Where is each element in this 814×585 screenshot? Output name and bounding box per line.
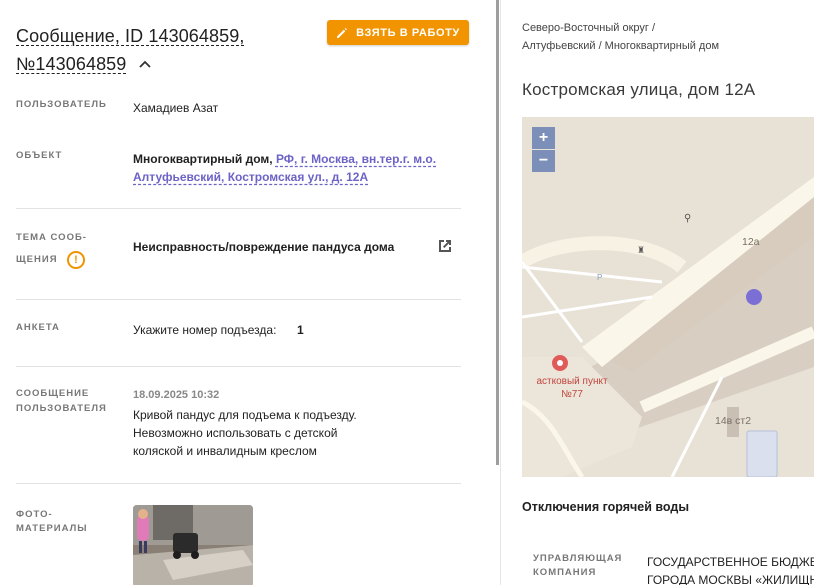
divider — [16, 208, 461, 209]
topic-label-line2: ЩЕНИЯ — [16, 254, 58, 265]
divider — [16, 483, 461, 484]
zoom-in-button[interactable]: + — [532, 127, 555, 149]
survey-question: Укажите номер подъезда: — [133, 323, 277, 337]
user-message-label-line2: ПОЛЬЗОВАТЕЛЯ — [16, 403, 107, 414]
object-type: Многоквартирный дом, — [133, 152, 273, 166]
object-address-link-cont[interactable]: Алтуфьевский, Костромская ул., д. 12А — [133, 170, 368, 184]
divider — [16, 366, 461, 367]
object-panel: Северо-Восточный округ / Алтуфьевский / … — [501, 0, 814, 585]
message-date: 18.09.2025 10:32 — [133, 389, 220, 401]
survey-answer: 1 — [297, 323, 304, 337]
message-title-line1[interactable]: Сообщение, ID 143064859, — [16, 26, 244, 46]
map-label-12a: 12а — [742, 236, 760, 248]
warning-icon[interactable]: ! — [67, 251, 85, 269]
message-panel: Сообщение, ID 143064859, №143064859 ВЗЯТ… — [0, 0, 496, 585]
divider — [16, 299, 461, 300]
map[interactable]: ⚲ ♜ + − 12а 14в ст2 P астковый пункт №77 — [522, 117, 814, 477]
topic-label-line1: ТЕМА СООБ- — [16, 232, 87, 243]
map-zoom-controls: + − — [532, 127, 555, 172]
message-title-line2[interactable]: №143064859 — [16, 54, 126, 74]
topic-value: Неисправность/повреждение пандуса дома — [133, 240, 395, 254]
external-link-icon[interactable] — [436, 237, 454, 255]
object-value: Многоквартирный дом, РФ, г. Москва, вн.т… — [133, 150, 463, 186]
object-address-link[interactable]: РФ, г. Москва, вн.тер.г. м.о. — [276, 152, 436, 166]
survey-label: АНКЕТА — [16, 322, 60, 333]
hot-water-outages-title: Отключения горячей воды — [522, 500, 690, 514]
photo-thumbnail[interactable] — [133, 505, 253, 585]
user-value: Хамадиев Азат — [133, 101, 219, 115]
breadcrumb: Северо-Восточный округ / Алтуфьевский / … — [522, 19, 782, 55]
map-poi-label: астковый пункт №77 — [536, 376, 608, 400]
object-address-title: Костромская улица, дом 12А — [522, 80, 756, 99]
map-label-14v: 14в ст2 — [715, 415, 752, 427]
take-to-work-button[interactable]: ВЗЯТЬ В РАБОТУ — [327, 20, 469, 45]
scrollbar[interactable] — [496, 0, 499, 465]
chevron-up-icon[interactable] — [138, 58, 152, 72]
breadcrumb-line1[interactable]: Северо-Восточный округ / — [522, 22, 655, 34]
management-company-value: ГОСУДАРСТВЕННОЕ БЮДЖЕ ГОРОДА МОСКВЫ «ЖИЛ… — [647, 555, 814, 585]
user-label: ПОЛЬЗОВАТЕЛЬ — [16, 99, 107, 110]
photo-label-line2: МАТЕРИАЛЫ — [16, 523, 88, 534]
svg-text:⚲: ⚲ — [684, 213, 691, 224]
message-text: Кривой пандус для подъема к подъезду. Не… — [133, 408, 357, 458]
page-title: Сообщение, ID 143064859, №143064859 — [16, 22, 316, 78]
svg-text:♜: ♜ — [637, 246, 645, 256]
zoom-out-button[interactable]: − — [532, 150, 555, 172]
take-to-work-label: ВЗЯТЬ В РАБОТУ — [356, 26, 460, 39]
parking-icon: P — [597, 273, 603, 282]
pencil-icon — [337, 27, 348, 38]
object-label: ОБЪЕКТ — [16, 150, 63, 161]
breadcrumb-line2[interactable]: Алтуфьевский / Многоквартирный дом — [522, 40, 719, 52]
management-company-label: УПРАВЛЯЮЩАЯ КОМПАНИЯ — [533, 553, 623, 578]
